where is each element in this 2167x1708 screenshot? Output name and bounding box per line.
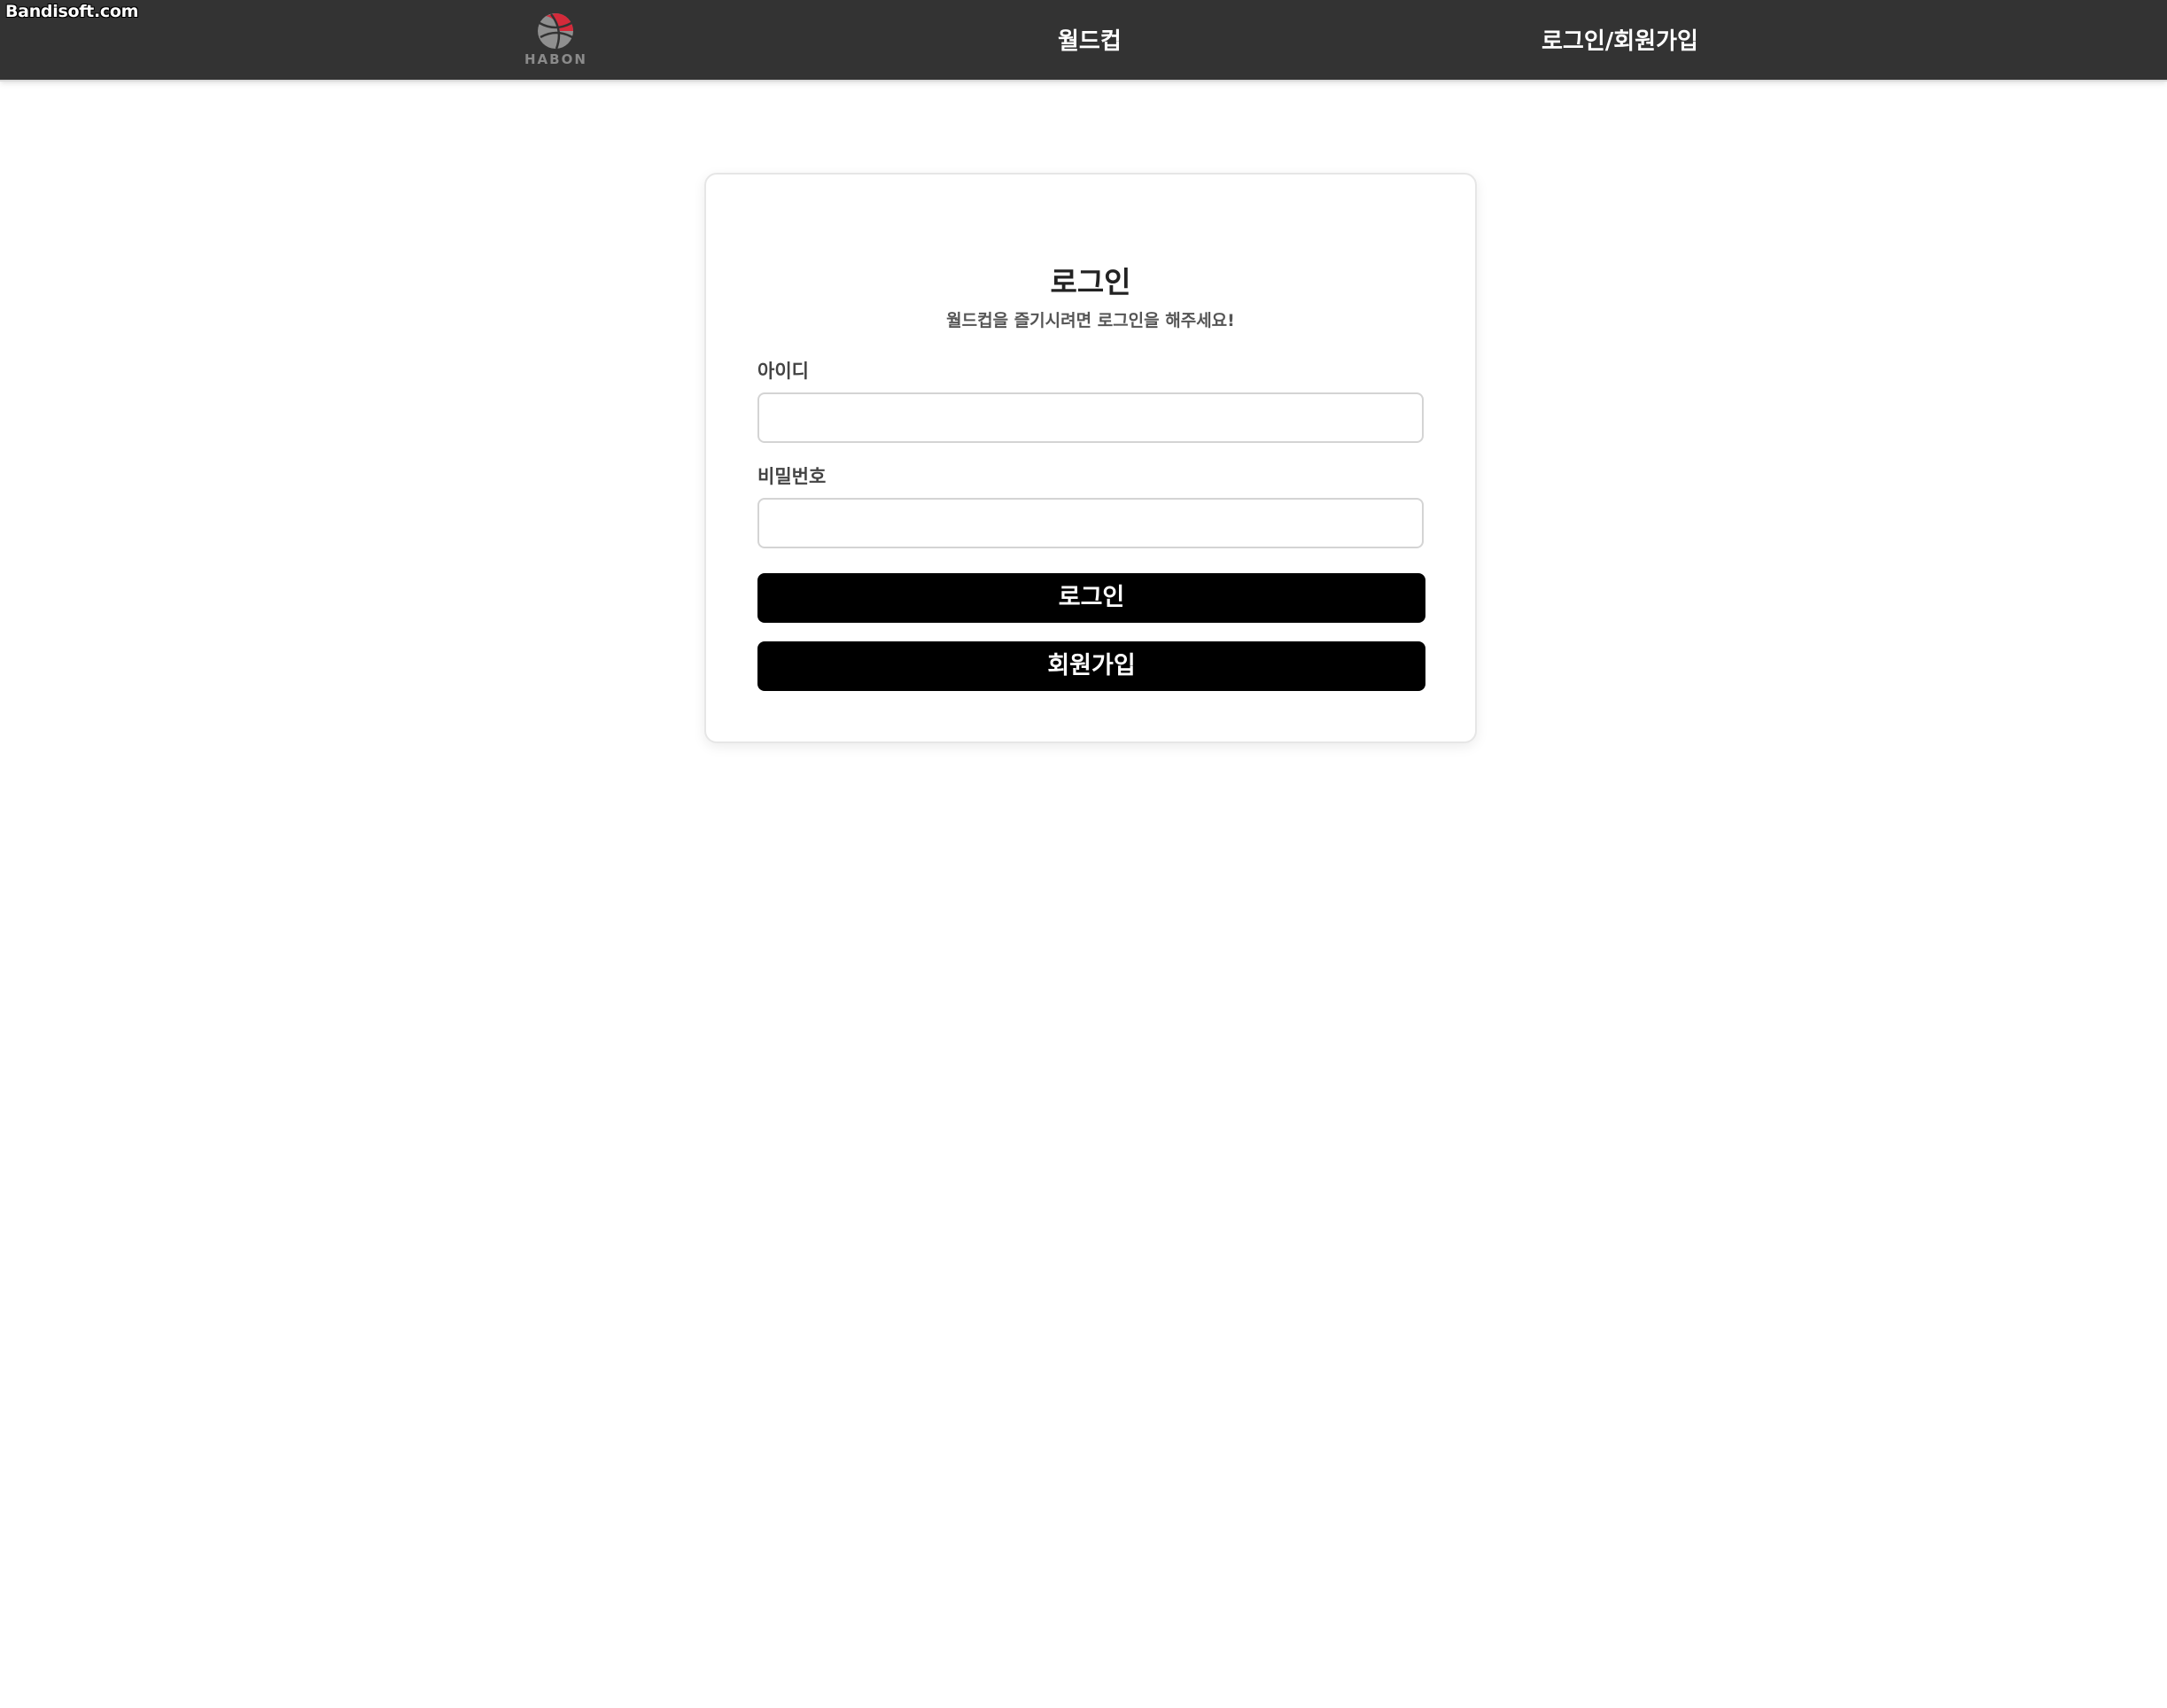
login-title: 로그인 (1050, 265, 1131, 299)
top-navbar: HABON 월드컵 로그인/회원가입 (0, 0, 2167, 82)
login-button[interactable]: 로그인 (757, 573, 1425, 623)
site-logo[interactable]: HABON (524, 11, 586, 67)
login-subtitle: 월드컵을 즐기시려면 로그인을 해주세요! (946, 311, 1235, 330)
recorder-watermark: Bandisoft.com (5, 2, 139, 21)
basketball-logo-icon (538, 13, 573, 50)
login-card: 로그인 월드컵을 즐기시려면 로그인을 해주세요! 아이디 비밀번호 로그인 회… (704, 173, 1477, 743)
logo-wordmark: HABON (524, 51, 587, 67)
signup-button[interactable]: 회원가입 (757, 641, 1425, 691)
password-label: 비밀번호 (757, 466, 827, 487)
nav-link-worldcup[interactable]: 월드컵 (1058, 23, 1122, 56)
nav-link-login-signup[interactable]: 로그인/회원가입 (1542, 23, 1698, 56)
id-label: 아이디 (757, 361, 809, 382)
id-input[interactable] (757, 392, 1424, 443)
password-input[interactable] (757, 498, 1424, 548)
